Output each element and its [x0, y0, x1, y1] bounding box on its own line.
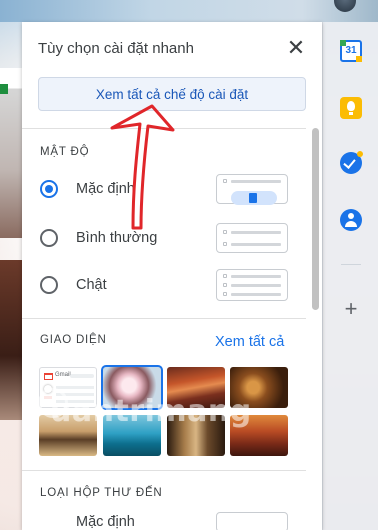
gmail-logo-icon	[44, 373, 53, 380]
preview-attachment-chip	[231, 191, 277, 205]
divider	[22, 318, 306, 319]
preview-line	[231, 293, 281, 296]
theme-section-label: GIAO DIỆN	[40, 334, 107, 346]
preview-line	[231, 231, 281, 234]
tasks-icon[interactable]	[340, 151, 363, 174]
top-strip	[0, 0, 378, 22]
preview-checkbox	[223, 179, 227, 183]
calendar-day: 31	[345, 45, 357, 56]
inbox-type-default-label[interactable]: Mặc định	[76, 514, 135, 530]
preview-line	[231, 180, 281, 183]
quick-settings-panel: Tùy chọn cài đặt nhanh ✕ Xem tất cả chế …	[22, 22, 322, 530]
gmail-wordmark: Gmail	[55, 372, 71, 378]
see-all-themes-link[interactable]: Xem tất cả	[215, 334, 284, 350]
panel-title: Tùy chọn cài đặt nhanh	[38, 40, 194, 57]
density-compact-label[interactable]: Chật	[76, 277, 107, 293]
density-comfortable-preview	[216, 223, 288, 253]
close-icon[interactable]: ✕	[284, 36, 308, 60]
contacts-icon[interactable]	[340, 209, 362, 231]
tile-mail-line	[56, 386, 94, 389]
keep-icon[interactable]	[340, 97, 362, 119]
density-comfortable-radio[interactable]	[40, 229, 58, 247]
preview-checkbox	[223, 230, 227, 234]
divider	[22, 470, 306, 471]
density-default-label[interactable]: Mặc định	[76, 181, 135, 197]
preview-checkbox	[223, 274, 227, 278]
see-all-settings-button[interactable]: Xem tất cả chế độ cài đặt	[38, 77, 306, 111]
side-divider	[341, 264, 361, 265]
panel-scrollbar-thumb[interactable]	[312, 128, 319, 310]
mail-list-marker	[0, 84, 8, 94]
density-compact-preview	[216, 269, 288, 301]
tile-search-bar	[70, 374, 94, 378]
inbox-type-section-label: LOẠI HỘP THƯ ĐẾN	[40, 487, 163, 499]
inbox-type-default-preview	[216, 512, 288, 530]
side-panel: 31 +	[322, 22, 378, 530]
preview-checkbox	[223, 242, 227, 246]
density-compact-radio[interactable]	[40, 276, 58, 294]
preview-line	[231, 243, 281, 246]
divider	[22, 128, 306, 129]
preview-line	[231, 275, 281, 278]
watermark-text: uantrimang	[50, 394, 252, 429]
background-branch	[0, 260, 22, 420]
density-section-label: MẬT ĐỘ	[40, 146, 90, 158]
density-comfortable-label[interactable]: Bình thường	[76, 230, 157, 246]
preview-line	[231, 284, 281, 287]
density-default-preview	[216, 174, 288, 205]
add-icon[interactable]: +	[340, 298, 362, 320]
density-default-radio[interactable]	[40, 180, 58, 198]
preview-checkbox	[223, 283, 227, 287]
calendar-icon[interactable]: 31	[340, 40, 362, 62]
preview-checkbox	[223, 292, 227, 296]
